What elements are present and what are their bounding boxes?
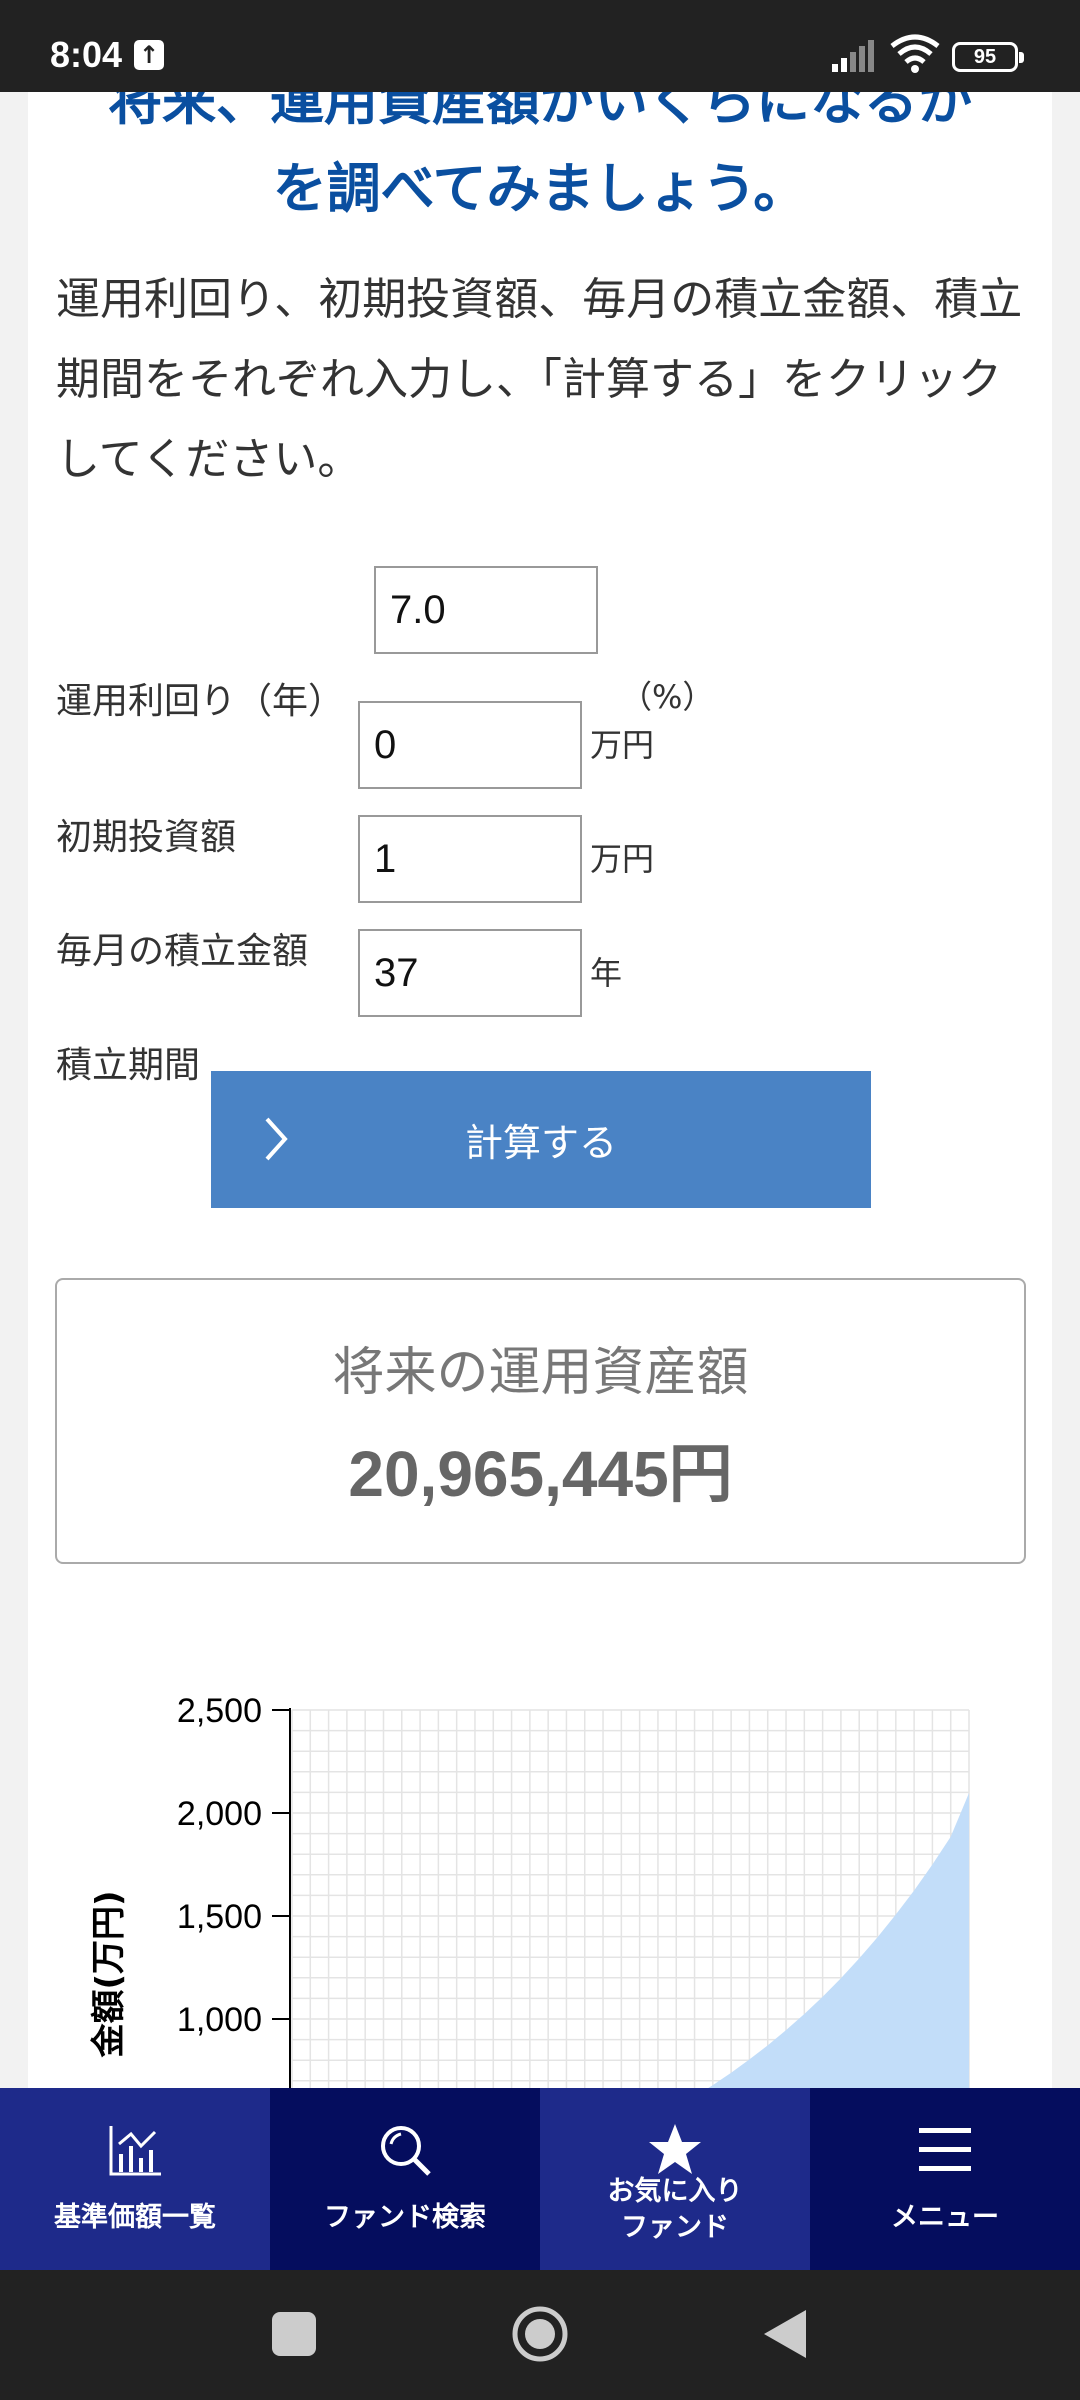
status-bar: 8:04 ↑ 95 [0,0,1080,92]
nav-label-favorites-2: ファンド [621,2212,729,2243]
page-content: 将来、運用資産額がいくらになるか を調べてみましょう。 運用利回り、初期投資額、… [28,92,1052,2088]
initial-investment-label: 初期投資額 [56,817,237,858]
upload-icon: ↑ [134,40,164,70]
nav-favorites[interactable]: お気に入り ファンド [540,2088,810,2270]
chart-y-tick-label: 2,500 [177,1692,262,1730]
hamburger-menu-icon [919,2128,971,2171]
recent-apps-icon[interactable] [272,2312,316,2356]
home-icon[interactable] [510,2304,570,2364]
period-input[interactable]: 37 [358,929,582,1017]
nav-label-menu: メニュー [891,2202,999,2233]
result-title: 将来の運用資産額 [332,1343,749,1403]
monthly-amount-label: 毎月の積立金額 [56,931,309,972]
chart-y-tick-label: 2,000 [177,1795,262,1833]
back-icon[interactable] [762,2308,808,2360]
chart-y-axis-label: 金額(万円) [89,1890,129,2058]
search-icon [381,2126,431,2176]
calculate-button[interactable]: 計算する [211,1071,871,1208]
calculate-button-label: 計算する [464,1121,617,1165]
nav-fund-search[interactable]: ファンド検索 [270,2088,540,2270]
signal-icon [832,40,874,72]
period-unit: 年 [590,954,623,992]
chart-y-tick-label: 1,500 [177,1898,262,1936]
period-label: 積立期間 [56,1045,201,1086]
monthly-amount-input[interactable]: 1 [358,815,582,903]
status-time: 8:04 [50,34,123,75]
monthly-amount-unit: 万円 [590,840,655,878]
result-box: 将来の運用資産額 20,965,445円 [55,1278,1026,1564]
instructions-text: 運用利回り、初期投資額、毎月の積立金額、積立期間をそれぞれ入力し、「計算する」を… [56,274,1023,485]
initial-investment-unit: 万円 [590,726,655,764]
result-value: 20,965,445円 [348,1438,733,1510]
bottom-nav: 基準価額一覧 ファンド検索 お気に入り ファンド メニュー [0,2088,1080,2270]
wifi-icon [890,34,940,73]
page-heading-clipped: 将来、運用資産額がいくらになるか [108,92,972,132]
page-title: を調べてみましょう。 [272,157,808,220]
yield-label: 運用利回り（年） [56,681,345,722]
nav-menu[interactable]: メニュー [810,2088,1080,2270]
nav-label-fund-search: ファンド検索 [324,2202,486,2233]
nav-label-nav-list: 基準価額一覧 [54,2202,216,2233]
initial-investment-input[interactable]: 0 [358,701,582,789]
battery-icon: 95 [952,42,1024,72]
bar-chart-icon [109,2126,161,2176]
chart-y-tick-label: 1,000 [177,2001,262,2039]
nav-label-favorites-1: お気に入り [607,2176,743,2207]
asset-growth-chart: 2,5002,0001,5001,000500 金額(万円) [89,1692,970,2088]
chart-area-series [708,1793,969,2088]
yield-unit: （%） [620,678,715,716]
yield-input[interactable]: 7.0 [374,566,598,654]
nav-nav-list[interactable]: 基準価額一覧 [0,2088,270,2270]
chevron-right-icon [265,1117,288,1161]
star-icon [649,2124,701,2174]
system-nav-bar [0,2270,1080,2400]
